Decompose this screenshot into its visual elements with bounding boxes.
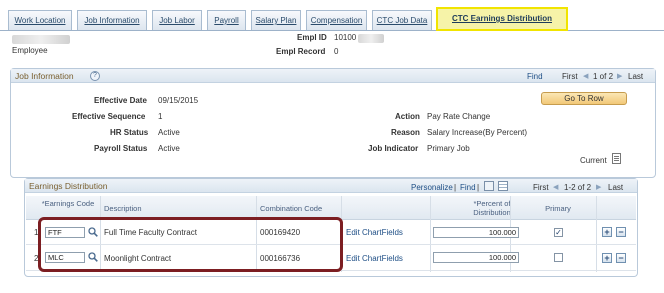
reason-value: Salary Increase(By Percent) bbox=[427, 128, 528, 137]
document-icon[interactable] bbox=[612, 153, 621, 164]
job-indicator-value: Primary Job bbox=[427, 144, 470, 153]
job-information-panel: Job Information ? Find First ◀ 1 of 2 ▶ … bbox=[10, 68, 656, 178]
percent-distribution-input[interactable]: 100.000 bbox=[433, 252, 519, 263]
next-icon[interactable]: ▶ bbox=[617, 72, 622, 80]
help-icon[interactable]: ? bbox=[90, 71, 100, 81]
go-to-row-button[interactable]: Go To Row bbox=[541, 92, 627, 105]
tab-bar: Work Location Job Information Job Labor … bbox=[0, 0, 664, 31]
reason-label: Reason bbox=[391, 128, 420, 137]
col-earnings-code: *Earnings Code bbox=[41, 199, 95, 208]
view-all-icon[interactable] bbox=[484, 181, 494, 191]
tab-job-labor[interactable]: Job Labor bbox=[152, 10, 202, 30]
current-label: Current bbox=[580, 156, 607, 165]
job-info-paging: 1 of 2 bbox=[593, 72, 614, 81]
separator: | bbox=[454, 183, 457, 192]
tab-ctc-earnings-distribution[interactable]: CTC Earnings Distribution bbox=[436, 7, 568, 31]
col-combination-code: Combination Code bbox=[260, 204, 323, 213]
personalize-link[interactable]: Personalize bbox=[411, 183, 453, 192]
job-info-last[interactable]: Last bbox=[628, 72, 643, 81]
separator: | bbox=[477, 183, 480, 192]
grid-first[interactable]: First bbox=[533, 183, 549, 192]
earnings-distribution-title: Earnings Distribution bbox=[29, 181, 108, 191]
previous-icon[interactable]: ◀ bbox=[583, 72, 588, 80]
grid-paging: 1-2 of 2 bbox=[564, 183, 592, 192]
payroll-status-value: Active bbox=[158, 144, 180, 153]
hr-status-value: Active bbox=[158, 128, 180, 137]
add-row-button[interactable]: + bbox=[602, 227, 612, 237]
primary-checkbox[interactable] bbox=[554, 253, 563, 262]
empl-record-label: Empl Record bbox=[276, 47, 326, 56]
job-info-first[interactable]: First bbox=[562, 72, 578, 81]
add-row-button[interactable]: + bbox=[602, 253, 612, 263]
tab-work-location[interactable]: Work Location bbox=[8, 10, 72, 30]
employee-name-redacted bbox=[12, 35, 70, 44]
grid-previous-icon[interactable]: ◀ bbox=[553, 183, 558, 191]
effective-date-value: 09/15/2015 bbox=[158, 96, 199, 105]
edit-chartfields-link[interactable]: Edit ChartFields bbox=[346, 228, 403, 237]
delete-row-button[interactable]: − bbox=[616, 253, 626, 263]
grid-next-icon[interactable]: ▶ bbox=[596, 183, 601, 191]
tab-compensation[interactable]: Compensation bbox=[306, 10, 367, 30]
tab-job-information[interactable]: Job Information bbox=[77, 10, 147, 30]
hr-status-label: HR Status bbox=[110, 128, 149, 137]
payroll-status-label: Payroll Status bbox=[94, 144, 148, 153]
grid-last[interactable]: Last bbox=[608, 183, 623, 192]
tab-salary-plan[interactable]: Salary Plan bbox=[251, 10, 301, 30]
tab-ctc-job-data[interactable]: CTC Job Data bbox=[372, 10, 432, 30]
job-info-find-link[interactable]: Find bbox=[527, 72, 543, 81]
annotation-highlight-box bbox=[38, 217, 343, 272]
earnings-distribution-header: Earnings Distribution Personalize | Find… bbox=[25, 179, 637, 193]
primary-checkbox[interactable]: ✓ bbox=[554, 228, 563, 237]
effective-date-label: Effective Date bbox=[94, 96, 147, 105]
empl-record-value: 0 bbox=[334, 47, 339, 56]
effective-sequence-value: 1 bbox=[158, 112, 163, 121]
tab-payroll[interactable]: Payroll bbox=[207, 10, 246, 30]
job-indicator-label: Job Indicator bbox=[368, 144, 419, 153]
edit-chartfields-link[interactable]: Edit ChartFields bbox=[346, 254, 403, 263]
col-primary: Primary bbox=[545, 204, 571, 213]
percent-distribution-input[interactable]: 100.000 bbox=[433, 227, 519, 238]
delete-row-button[interactable]: − bbox=[616, 227, 626, 237]
col-description: Description bbox=[104, 204, 142, 213]
empl-id-value: 10100 bbox=[334, 33, 357, 42]
download-icon[interactable] bbox=[498, 181, 508, 191]
empl-id-label: Empl ID bbox=[297, 33, 327, 42]
find-link[interactable]: Find bbox=[460, 183, 476, 192]
col-percent-distribution: *Percent of Distribution bbox=[473, 199, 511, 217]
job-information-header: Job Information ? Find First ◀ 1 of 2 ▶ … bbox=[11, 69, 655, 83]
action-value: Pay Rate Change bbox=[427, 112, 491, 121]
effective-sequence-label: Effective Sequence bbox=[72, 112, 146, 121]
employee-label: Employee bbox=[12, 46, 48, 55]
action-label: Action bbox=[395, 112, 420, 121]
job-information-title: Job Information bbox=[15, 71, 74, 81]
empl-id-redacted bbox=[358, 34, 384, 43]
